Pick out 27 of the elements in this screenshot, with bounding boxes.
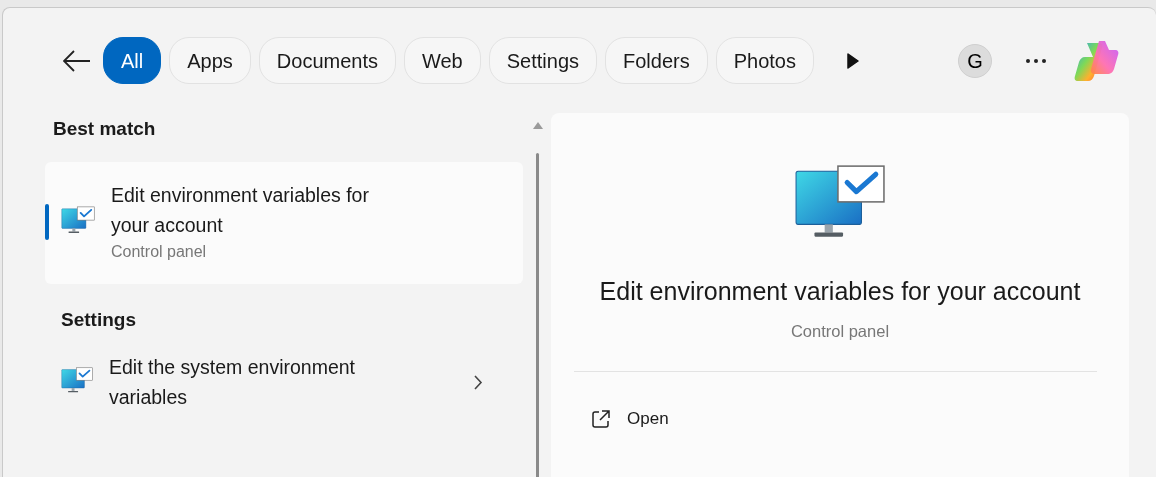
settings-item[interactable]: Edit the system environment variables <box>45 352 523 412</box>
section-heading: Settings <box>61 307 137 332</box>
filter-tab[interactable]: All <box>103 37 162 84</box>
play-triangle-icon <box>847 52 859 69</box>
scroll-up-icon[interactable] <box>532 121 544 130</box>
colorful-logo-icon <box>1073 39 1119 82</box>
more-icon <box>1026 58 1046 63</box>
filter-tab[interactable]: Apps <box>169 37 251 84</box>
result-item[interactable]: Edit environment variables for your account Control panel <box>45 161 523 284</box>
filter-tab[interactable]: Settings <box>488 37 597 84</box>
chevron-right-icon <box>474 375 483 391</box>
preview-title: Edit environment variables for your account <box>598 276 1082 307</box>
result-title: Edit environment variables for your account <box>111 182 370 238</box>
open-action[interactable]: Open <box>591 400 1129 438</box>
open-external-icon <box>591 409 611 429</box>
preview-subtitle: Control panel <box>789 320 891 342</box>
filter-tab[interactable]: Documents <box>258 37 396 84</box>
filter-tab[interactable]: Photos <box>715 37 814 84</box>
result-subtitle: Control panel <box>111 241 208 262</box>
filter-tab[interactable]: Web <box>404 37 481 84</box>
section-heading: Best match <box>53 117 157 141</box>
filter-tab[interactable]: Folders <box>605 37 708 84</box>
back-arrow-icon <box>63 49 91 72</box>
result-title: Edit the system environment variables <box>109 355 357 410</box>
profile-avatar[interactable]: G <box>958 43 992 78</box>
selection-indicator <box>45 203 49 240</box>
scrollbar-thumb[interactable] <box>536 153 539 477</box>
